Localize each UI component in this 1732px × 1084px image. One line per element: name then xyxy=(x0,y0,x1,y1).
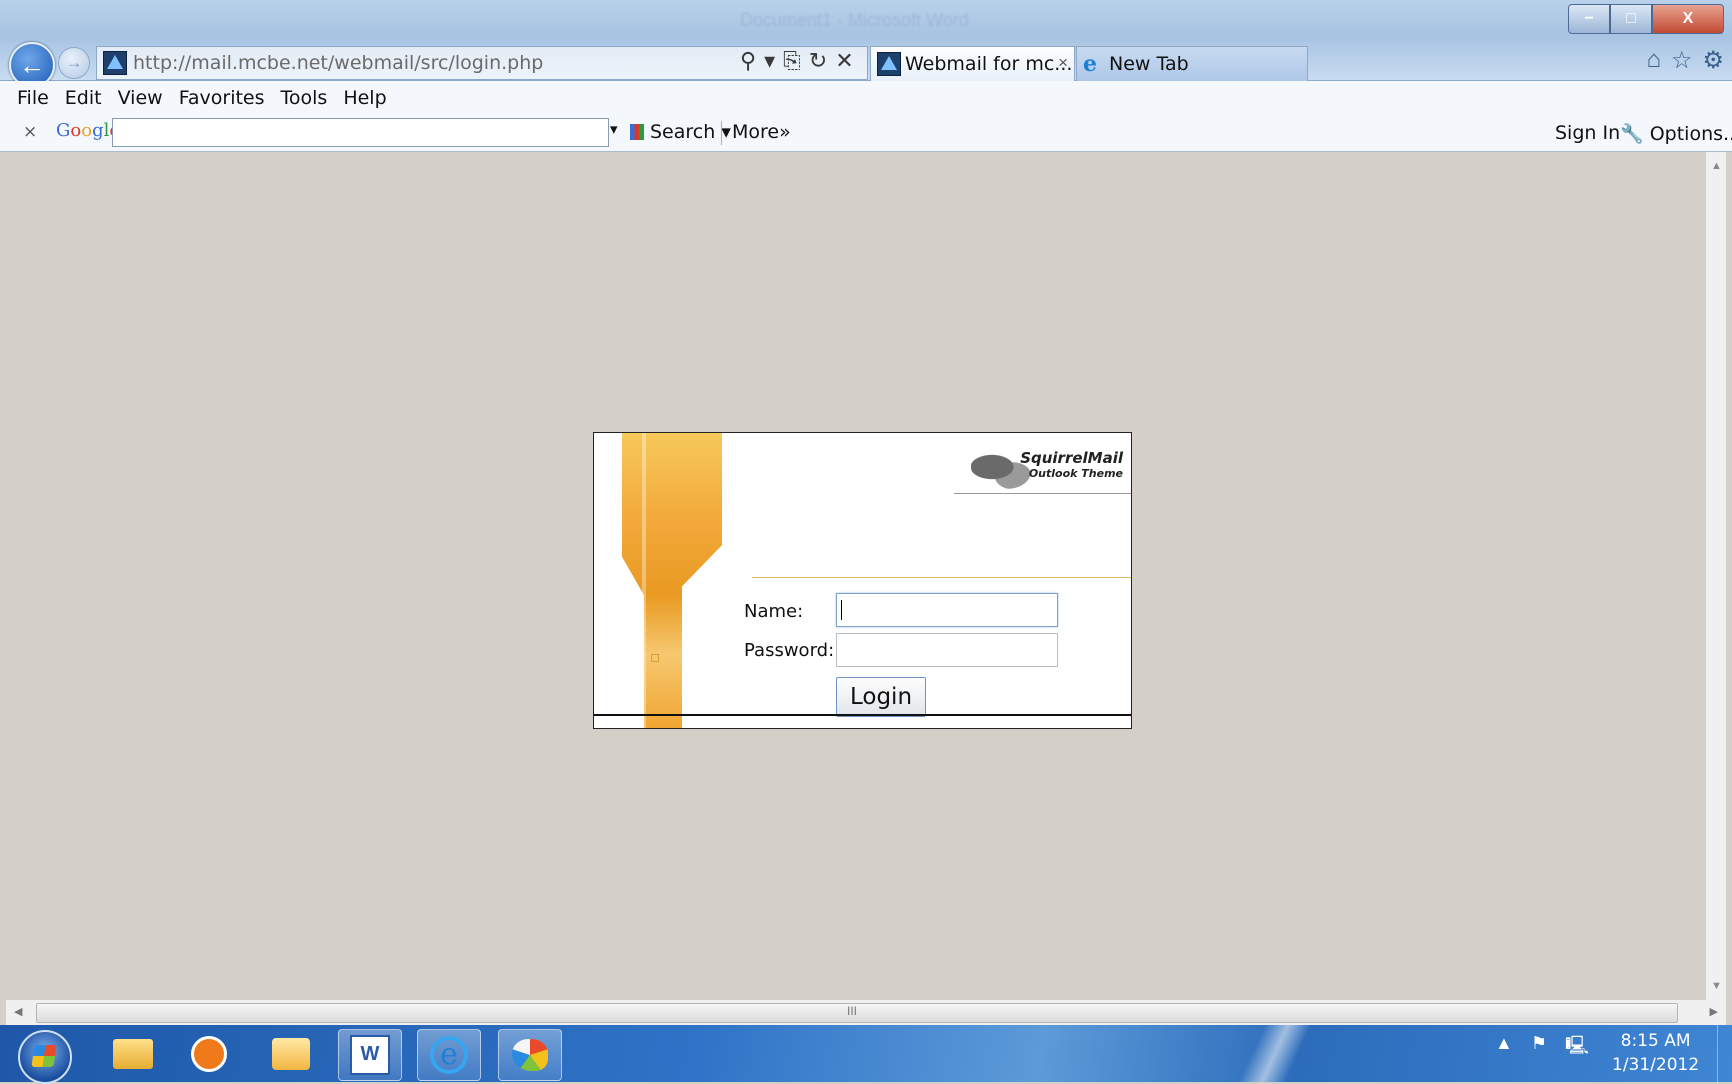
ie-logo-icon: e xyxy=(1083,51,1097,77)
scroll-right-icon[interactable]: ▶ xyxy=(1710,1005,1718,1018)
refresh-icon[interactable]: ↻ xyxy=(809,48,827,74)
toolbar-divider xyxy=(721,121,722,145)
site-favicon-icon xyxy=(877,52,901,76)
brand-subtitle: Outlook Theme xyxy=(1028,467,1123,480)
form-divider xyxy=(752,577,1131,578)
browser-right-icons: ⌂ ☆ ⚙ xyxy=(1646,46,1724,75)
home-icon[interactable]: ⌂ xyxy=(1646,46,1661,75)
scroll-down-icon[interactable]: ▼ xyxy=(1711,980,1722,992)
decorative-square xyxy=(651,654,659,662)
taskbar-sheen xyxy=(1230,1025,1320,1082)
more-button[interactable]: More» xyxy=(732,121,791,143)
menu-bar: File Edit View Favorites Tools Help xyxy=(0,81,1732,115)
google-toolbar: × Google ▾ Search ▾ More» Sign In 🔧 Opti… xyxy=(0,115,1732,152)
site-favicon-icon xyxy=(103,51,127,75)
name-input[interactable] xyxy=(836,593,1058,627)
logo-divider xyxy=(954,493,1131,494)
tab-webmail[interactable]: Webmail for mc... × xyxy=(870,46,1075,81)
back-arrow-icon: ← xyxy=(19,49,45,80)
forward-button[interactable]: → xyxy=(58,47,90,79)
logo-letter: g xyxy=(92,120,104,141)
menu-tools[interactable]: Tools xyxy=(281,87,328,109)
password-input[interactable] xyxy=(836,633,1058,667)
gear-icon[interactable]: ⚙ xyxy=(1702,46,1724,75)
start-button[interactable] xyxy=(18,1030,72,1084)
password-label: Password: xyxy=(744,640,835,661)
taskbar-explorer[interactable] xyxy=(102,1029,164,1079)
menu-view[interactable]: View xyxy=(118,87,163,109)
internet-explorer-icon: e xyxy=(430,1036,468,1074)
page-viewport: SquirrelMail Outlook Theme Name: Passwor… xyxy=(6,152,1706,1000)
tab-label: New Tab xyxy=(1109,53,1189,75)
sign-in-link[interactable]: Sign In xyxy=(1555,122,1620,144)
login-panel: SquirrelMail Outlook Theme Name: Passwor… xyxy=(593,432,1132,729)
chevron-down-icon[interactable]: ▾ xyxy=(610,120,618,138)
address-tools: ⚲ ▾ ⎘ ↻ ✕ xyxy=(740,48,854,74)
login-button[interactable]: Login xyxy=(836,677,926,717)
window-title: Document1 - Microsoft Word xyxy=(740,10,969,30)
scrollbar-grip-icon: III xyxy=(847,1004,858,1018)
scroll-left-icon[interactable]: ◀ xyxy=(14,1005,22,1018)
search-icon[interactable]: ⚲ xyxy=(740,48,756,74)
squirrelmail-logo: SquirrelMail Outlook Theme xyxy=(1020,449,1123,480)
chevron-down-icon[interactable]: ▾ xyxy=(764,48,775,74)
system-tray: ▲ ⚑ 🖳 xyxy=(1495,1033,1589,1063)
show-desktop-button[interactable] xyxy=(1717,1025,1732,1082)
name-label: Name: xyxy=(744,601,804,622)
action-center-flag-icon[interactable]: ⚑ xyxy=(1531,1033,1547,1063)
menu-help[interactable]: Help xyxy=(343,87,386,109)
taskbar-internet-explorer[interactable]: e xyxy=(417,1029,481,1081)
tab-new-tab[interactable]: e New Tab xyxy=(1076,46,1308,81)
word-icon: W xyxy=(350,1035,390,1075)
vertical-scrollbar[interactable]: ▲ ▼ xyxy=(1706,152,1726,1000)
taskbar-paint[interactable] xyxy=(498,1029,562,1081)
clock[interactable]: 8:15 AM 1/31/2012 xyxy=(1612,1029,1699,1077)
maximize-button[interactable]: □ xyxy=(1610,4,1652,34)
close-window-button[interactable]: X xyxy=(1652,4,1724,34)
windows-taskbar: W e ▲ ⚑ 🖳 8:15 AM 1/31/2012 xyxy=(0,1025,1732,1084)
address-url[interactable]: http://mail.mcbe.net/webmail/src/login.p… xyxy=(133,52,543,74)
logo-letter: o xyxy=(81,120,93,141)
menu-favorites[interactable]: Favorites xyxy=(179,87,265,109)
decorative-band xyxy=(622,433,722,728)
menu-edit[interactable]: Edit xyxy=(65,87,102,109)
options-button[interactable]: 🔧 Options... ▾ xyxy=(1620,122,1732,145)
paint-palette-icon xyxy=(512,1039,548,1071)
compatibility-view-icon[interactable]: ⎘ xyxy=(783,48,801,74)
window-controls: − □ X xyxy=(1568,4,1724,34)
google-search-button[interactable]: Search ▾ xyxy=(630,121,731,143)
favorites-star-icon[interactable]: ☆ xyxy=(1671,46,1693,75)
scrollbar-thumb[interactable]: III xyxy=(36,1003,1678,1023)
forward-arrow-icon: → xyxy=(65,53,83,72)
browser-titlebar: Document1 - Microsoft Word − □ X ← → htt… xyxy=(0,0,1732,88)
close-toolbar-icon[interactable]: × xyxy=(23,122,37,142)
network-icon[interactable]: 🖳 xyxy=(1565,1033,1589,1063)
tray-expand-icon[interactable]: ▲ xyxy=(1495,1033,1513,1063)
google-logo: Google xyxy=(56,120,120,141)
clock-date: 1/31/2012 xyxy=(1612,1055,1700,1075)
taskbar-word[interactable]: W xyxy=(338,1029,402,1081)
clock-time: 8:15 AM xyxy=(1620,1031,1691,1051)
menu-file[interactable]: File xyxy=(17,87,49,109)
scroll-up-icon[interactable]: ▲ xyxy=(1711,160,1722,172)
outlook-icon xyxy=(272,1038,310,1070)
horizontal-scrollbar[interactable]: ◀ III ▶ xyxy=(6,1000,1726,1025)
taskbar-outlook[interactable] xyxy=(260,1029,322,1079)
close-tab-icon[interactable]: × xyxy=(1058,53,1068,73)
logo-letter: G xyxy=(56,120,71,141)
logo-letter: o xyxy=(70,120,82,141)
folder-icon xyxy=(113,1039,153,1069)
google-search-input[interactable] xyxy=(112,118,609,147)
tab-label: Webmail for mc... xyxy=(905,53,1073,75)
media-player-icon xyxy=(191,1036,227,1072)
taskbar-media-player[interactable] xyxy=(178,1029,240,1079)
brand-title: SquirrelMail xyxy=(1020,449,1123,467)
minimize-button[interactable]: − xyxy=(1568,4,1610,34)
stop-icon[interactable]: ✕ xyxy=(835,48,853,74)
